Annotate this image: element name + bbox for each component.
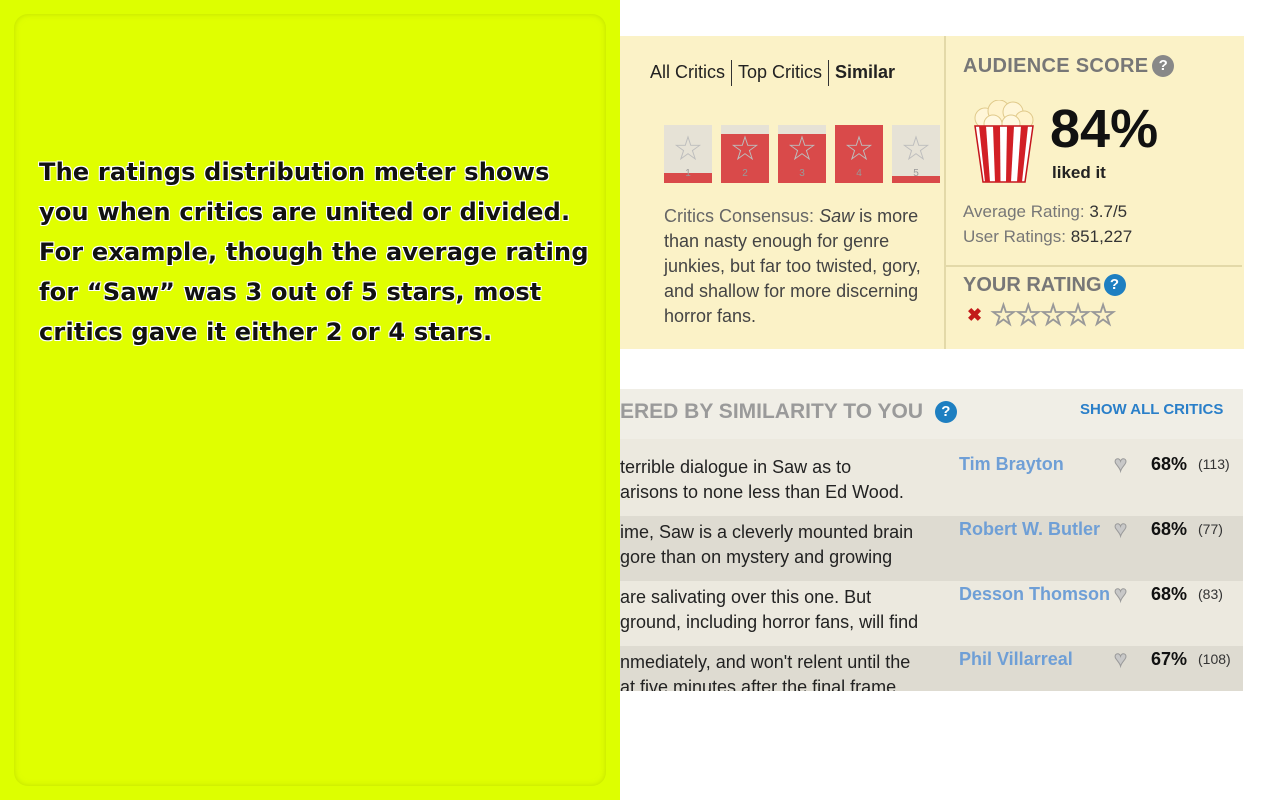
review-snippet: ime, Saw is a cleverly mounted brain gor… <box>620 520 950 572</box>
panel-divider <box>944 36 946 349</box>
meter-bar-1: ☆ 1 <box>664 125 712 183</box>
callout-panel <box>0 0 620 800</box>
review-line: nmediately, and won't relent until the <box>620 652 911 672</box>
shared-review-count: (108) <box>1198 651 1231 667</box>
tab-separator <box>828 60 830 86</box>
help-icon[interactable]: ? <box>934 401 957 423</box>
liked-it-label: liked it <box>1052 163 1106 182</box>
heart-icon: ♥ <box>1113 646 1128 672</box>
star-icon: ☆ <box>843 130 875 168</box>
user-ratings-value: 851,227 <box>1070 227 1133 246</box>
critic-name-link[interactable]: Desson Thomson <box>959 584 1110 605</box>
shared-review-count: (113) <box>1198 456 1230 472</box>
meter-bar-label: 2 <box>742 168 748 179</box>
review-line: at five minutes after the final frame. <box>620 677 902 691</box>
review-snippet: nmediately, and won't relent until the at… <box>620 650 950 691</box>
tab-separator <box>731 60 732 86</box>
average-rating: Average Rating: 3.7/5 <box>963 202 1127 222</box>
critics-list-title: ERED BY SIMILARITY TO YOU ? <box>620 400 957 424</box>
consensus-movie-title: Saw <box>819 206 855 226</box>
review-line: gore than on mystery and growing <box>620 547 893 567</box>
critic-name-link[interactable]: Robert W. Butler <box>959 519 1100 540</box>
shared-review-count: (77) <box>1198 521 1223 537</box>
meter-bar-label: 1 <box>685 168 691 179</box>
audience-score-label: AUDIENCE SCORE <box>963 55 1149 77</box>
audience-score-title: AUDIENCE SCORE? <box>963 55 1175 78</box>
review-line: arisons to none less than Ed Wood. <box>620 482 904 502</box>
critic-name-link[interactable]: Phil Villarreal <box>959 649 1073 670</box>
review-line: terrible dialogue in Saw as to <box>620 457 852 477</box>
callout-text: The ratings distribution meter shows you… <box>39 158 589 346</box>
meter-bar-label: 4 <box>856 168 862 179</box>
help-icon[interactable]: ? <box>1152 55 1175 77</box>
consensus-label: Critics Consensus: <box>664 206 820 226</box>
similarity-percent: 67% <box>1151 649 1188 669</box>
callout-inner <box>14 14 606 786</box>
popcorn-icon <box>974 100 1034 183</box>
your-rating-title: YOUR RATING? <box>963 274 1126 297</box>
review-snippet: are salivating over this one. But ground… <box>620 585 950 637</box>
rating-divider <box>946 265 1242 267</box>
clear-rating-icon[interactable]: ✖ <box>967 305 982 326</box>
review-line: ime, Saw is a cleverly mounted brain <box>620 522 914 542</box>
shared-review-count: (83) <box>1198 586 1223 602</box>
review-line: are salivating over this one. But <box>620 587 872 607</box>
meter-bar-3: ☆ 3 <box>778 125 826 183</box>
meter-bar-2: ☆ 2 <box>721 125 769 183</box>
meter-bar-4: ☆ 4 <box>835 125 883 183</box>
star-icon: ☆ <box>672 130 704 168</box>
star-icon: ☆ <box>900 130 932 168</box>
critic-filter-tabs: All Critics Top Critics Similar <box>646 60 899 86</box>
rating-stars-input[interactable]: ☆☆☆☆☆ <box>989 298 1116 333</box>
critics-consensus: Critics Consensus: Saw is more than nast… <box>664 204 934 329</box>
critics-list-title-text: ERED BY SIMILARITY TO YOU <box>620 400 924 423</box>
user-ratings-label: User Ratings: <box>963 227 1071 246</box>
average-rating-value: 3.7/5 <box>1089 202 1128 221</box>
your-rating-label: YOUR RATING <box>963 274 1102 296</box>
similarity-percent: 68% <box>1151 519 1188 539</box>
review-line: ground, including horror fans, will find <box>620 612 919 632</box>
heart-icon: ♥ <box>1113 516 1128 542</box>
heart-icon: ♥ <box>1113 581 1128 607</box>
critic-name-link[interactable]: Tim Brayton <box>959 454 1064 475</box>
user-ratings: User Ratings: 851,227 <box>963 227 1132 247</box>
star-icon: ☆ <box>786 130 818 168</box>
meter-bar-label: 3 <box>799 168 805 179</box>
tab-all-critics[interactable]: All Critics <box>646 62 729 83</box>
average-rating-label: Average Rating: <box>963 202 1090 221</box>
tab-similar[interactable]: Similar <box>831 62 899 83</box>
star-icon: ☆ <box>729 130 761 168</box>
show-all-critics-link[interactable]: SHOW ALL CRITICS <box>1080 401 1223 418</box>
heart-icon: ♥ <box>1113 451 1128 477</box>
help-icon[interactable]: ? <box>1103 274 1126 296</box>
tab-top-critics[interactable]: Top Critics <box>734 62 826 83</box>
meter-bar-5: ☆ 5 <box>892 125 940 183</box>
audience-score-value: 84% <box>1050 99 1159 159</box>
similarity-percent: 68% <box>1151 454 1188 474</box>
similarity-percent: 68% <box>1151 584 1188 604</box>
review-snippet: terrible dialogue in Saw as to arisons to… <box>620 455 950 507</box>
meter-bar-label: 5 <box>913 168 919 179</box>
